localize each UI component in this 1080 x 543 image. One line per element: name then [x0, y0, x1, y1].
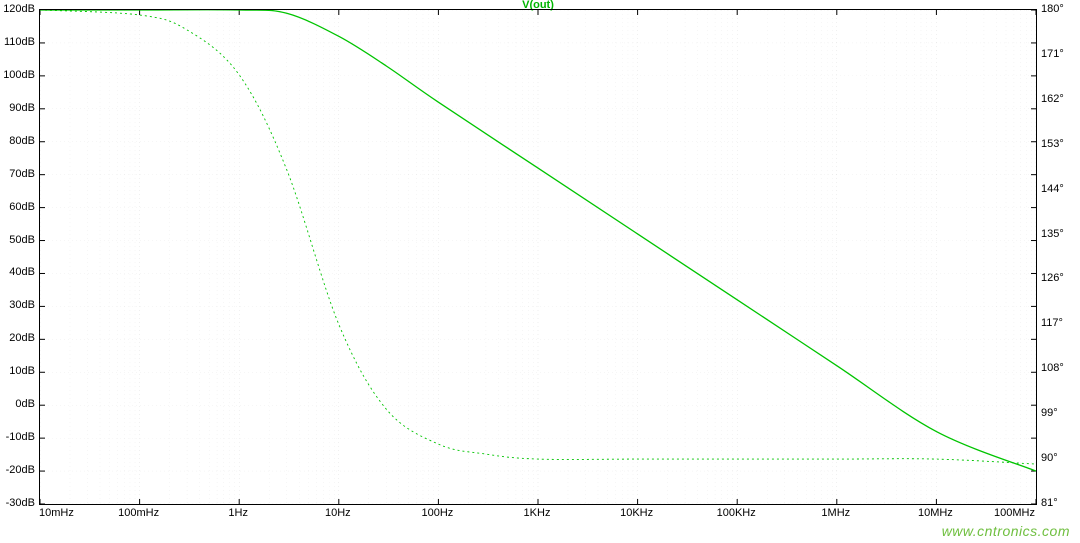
left-axis-ticks: 120dB110dB100dB90dB80dB70dB60dB50dB40dB3… — [0, 9, 39, 505]
right-tick-label: 117° — [1041, 317, 1063, 329]
x-tick-label: 1Hz — [228, 507, 248, 519]
left-tick-label: -30dB — [6, 497, 35, 509]
right-tick-label: 135° — [1041, 228, 1064, 240]
right-tick-label: 99° — [1041, 407, 1058, 419]
left-tick-label: 70dB — [9, 168, 35, 180]
left-tick-label: 100dB — [3, 69, 35, 81]
right-tick-label: 171° — [1041, 48, 1064, 60]
x-tick-label: 1KHz — [524, 507, 551, 519]
right-axis-ticks: 180°171°162°153°144°135°126°117°108°99°9… — [1037, 9, 1080, 505]
right-tick-label: 180° — [1041, 3, 1064, 15]
left-tick-label: 80dB — [9, 135, 35, 147]
left-tick-label: 120dB — [3, 3, 35, 15]
chart-legend: V(out) — [39, 0, 1037, 9]
right-tick-label: 126° — [1041, 272, 1064, 284]
left-tick-label: 40dB — [9, 266, 35, 278]
right-tick-label: 108° — [1041, 362, 1064, 374]
right-tick-label: 162° — [1041, 93, 1064, 105]
x-axis-ticks: 10mHz 100mHz 1Hz 10Hz 100Hz 1KHz 10KHz 100KHz 1M… — [39, 507, 1037, 521]
x-tick-label: 1MHz — [821, 507, 850, 519]
left-tick-label: 20dB — [9, 332, 35, 344]
x-tick-label: 10MHz — [918, 507, 953, 519]
left-tick-label: 110dB — [4, 36, 35, 48]
left-tick-label: -10dB — [6, 431, 35, 443]
x-tick-label: 10KHz — [620, 507, 653, 519]
right-tick-label: 144° — [1041, 183, 1064, 195]
watermark-text: www.cntronics.com — [942, 523, 1070, 539]
x-tick-label: 10Hz — [325, 507, 351, 519]
left-tick-label: 30dB — [9, 299, 35, 311]
x-tick-label: 100KHz — [717, 507, 756, 519]
left-tick-label: 10dB — [9, 365, 35, 377]
left-tick-label: 50dB — [9, 234, 35, 246]
left-tick-label: 60dB — [9, 201, 35, 213]
left-tick-label: 90dB — [9, 102, 35, 114]
bode-plot-container: V(out) 120dB 110dB 100dB 90dB 80dB 70dB 60dB 50… — [0, 0, 1080, 543]
right-tick-label: 81° — [1041, 497, 1058, 509]
x-tick-label: 100MHz — [994, 507, 1035, 519]
x-tick-label: 100Hz — [421, 507, 453, 519]
left-tick-label: -20dB — [6, 464, 35, 476]
plot-area — [39, 9, 1037, 505]
right-tick-label: 153° — [1041, 138, 1064, 150]
left-tick-label: 0dB — [15, 398, 35, 410]
traces-layer — [40, 10, 1036, 504]
right-tick-label: 90° — [1041, 452, 1058, 464]
x-tick-label: 100mHz — [118, 507, 159, 519]
x-tick-label: 10mHz — [39, 507, 74, 519]
